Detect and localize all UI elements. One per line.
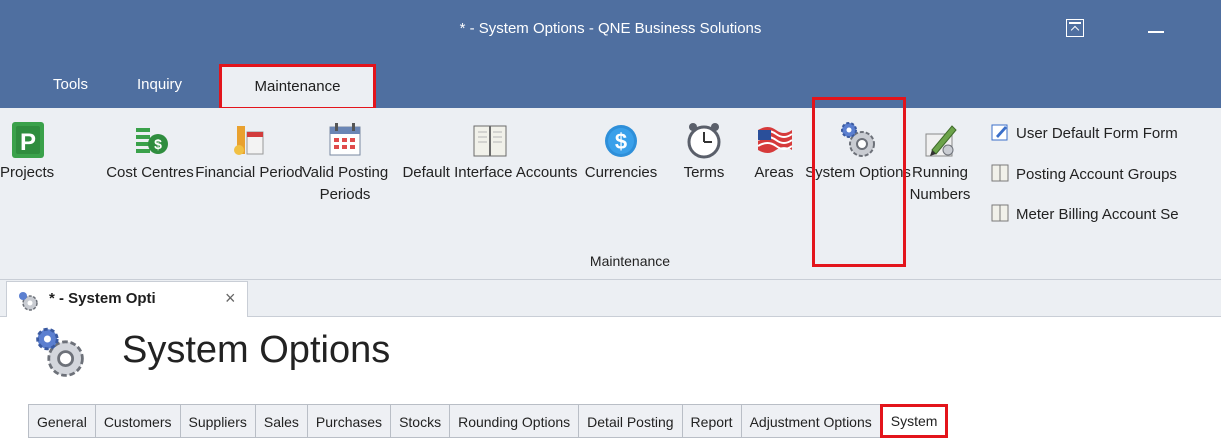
financial-period-icon (234, 126, 264, 155)
tab-inquiry[interactable]: Inquiry (137, 76, 182, 93)
content-area: System Options General Customers Supplie… (0, 317, 1221, 443)
projects-label: Projects (0, 164, 55, 181)
group-label-maintenance: Maintenance (589, 253, 671, 269)
tab-maintenance[interactable]: Maintenance (219, 64, 376, 110)
tab-system[interactable]: System (879, 404, 949, 438)
posting-account-groups-button[interactable]: Posting Account Groups (990, 163, 1177, 183)
pencil-icon (925, 125, 957, 157)
close-icon[interactable]: × (225, 288, 236, 309)
dollar-icon: $ (605, 125, 637, 157)
tab-tools[interactable]: Tools (53, 76, 88, 93)
user-default-form-label: User Default Form Form (1016, 125, 1178, 142)
projects-icon: P (12, 122, 44, 158)
tab-general[interactable]: General (28, 404, 95, 438)
tab-sales[interactable]: Sales (254, 404, 307, 438)
book-small-icon (991, 204, 1009, 222)
calendar-icon (329, 123, 361, 156)
ribbon-tab-bar: Tools Inquiry (0, 64, 1221, 108)
cost-centres-icon: $ (136, 128, 168, 154)
system-options-highlight (812, 97, 906, 267)
book-icon (473, 125, 507, 157)
tab-customers[interactable]: Customers (94, 404, 180, 438)
tab-stocks[interactable]: Stocks (390, 404, 450, 438)
page-title: System Options (122, 329, 391, 371)
svg-text:$: $ (615, 129, 627, 154)
gears-icon (36, 327, 84, 377)
meter-billing-account-label: Meter Billing Account Se (1016, 206, 1179, 223)
document-tab-strip: * - System Opti × (0, 280, 1221, 317)
tab-purchases[interactable]: Purchases (306, 404, 391, 438)
document-tab[interactable]: * - System Opti × (6, 281, 248, 317)
tab-suppliers[interactable]: Suppliers (179, 404, 255, 438)
meter-billing-account-button[interactable]: Meter Billing Account Se (990, 203, 1179, 223)
restore-icon[interactable] (1066, 19, 1084, 37)
alarm-clock-icon (687, 123, 721, 159)
svg-text:$: $ (154, 136, 162, 152)
option-tabs: General Customers Suppliers Sales Purcha… (28, 404, 949, 438)
tab-report[interactable]: Report (681, 404, 741, 438)
user-default-form-button[interactable]: User Default Form Form (990, 122, 1178, 142)
book-small-icon (991, 164, 1009, 182)
flag-icon (757, 127, 793, 153)
posting-account-groups-label: Posting Account Groups (1016, 166, 1177, 183)
title-bar: * - System Options - QNE Business Soluti… (0, 0, 1221, 64)
svg-text:P: P (20, 129, 36, 156)
ribbon-panel: P Projects $ Cost Centres Financial Peri… (0, 108, 1221, 280)
document-tab-label: * - System Opti (49, 290, 156, 307)
edit-form-icon (991, 124, 1008, 141)
tab-rounding-options[interactable]: Rounding Options (449, 404, 579, 438)
minimize-icon[interactable] (1148, 31, 1164, 33)
window-title: * - System Options - QNE Business Soluti… (459, 20, 762, 37)
tab-adjustment-options[interactable]: Adjustment Options (740, 404, 880, 438)
tab-detail-posting[interactable]: Detail Posting (578, 404, 682, 438)
gears-icon (19, 292, 38, 311)
